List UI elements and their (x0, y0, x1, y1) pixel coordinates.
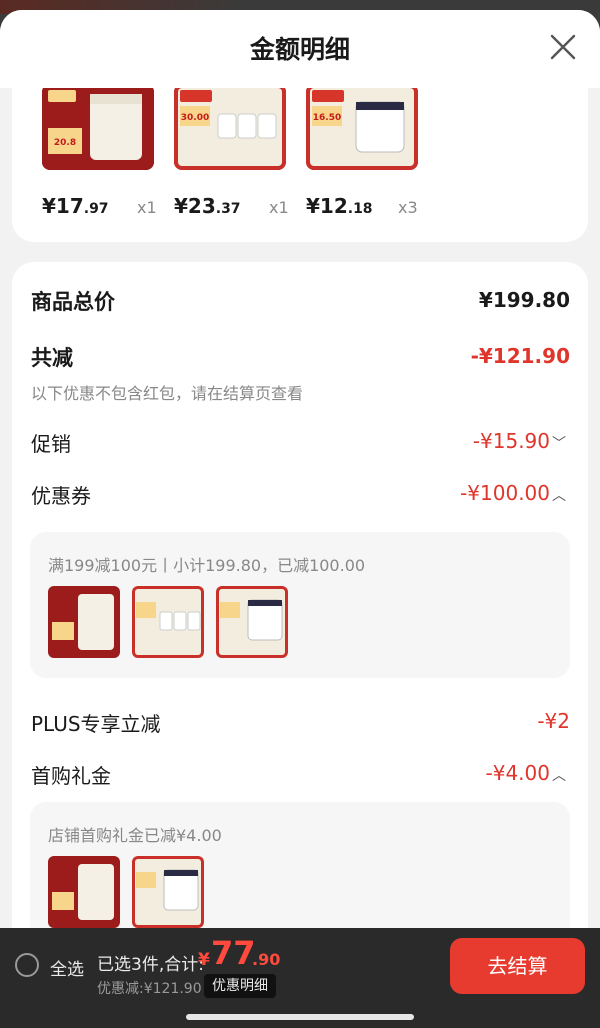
amount-detail-card: 商品总价 ¥199.80 共减 -¥121.90 以下优惠不包含红包，请在结算页… (12, 262, 588, 1028)
plus-label: PLUS专享立减 (31, 712, 161, 736)
product-qty-1: x1 (137, 198, 157, 217)
total-integer: 77 (211, 934, 256, 972)
first-purchase-detail-box: 店铺首购礼金已减¥4.00 (30, 802, 570, 948)
coupon-detail-box: 满199减100元丨小计199.80，已减100.00 (30, 532, 570, 678)
reduce-hint: 以下优惠不包含红包，请在结算页查看 (31, 384, 304, 403)
home-indicator (186, 1014, 414, 1020)
subtotal-value: ¥199.80 (478, 288, 570, 312)
product-qty-3: x3 (398, 198, 418, 217)
sheet-title: 金额明细 (249, 35, 350, 64)
discount-text: 优惠减:¥121.90 (97, 981, 202, 997)
select-all-label[interactable]: 全选 (50, 955, 84, 980)
first-purchase-detail-text: 店铺首购礼金已减¥4.00 (48, 826, 222, 845)
coupon-toggle[interactable]: -¥100.00 ︿ (460, 481, 566, 505)
coupon-thumb-tub (216, 586, 288, 658)
checkout-button[interactable]: 去结算 (450, 938, 585, 994)
first-purchase-toggle[interactable]: -¥4.00 ︿ (486, 761, 566, 785)
coupon-detail-text: 满199减100元丨小计199.80，已减100.00 (48, 556, 366, 575)
product-price-2: ¥23.37 (174, 194, 241, 218)
first-thumb-yogurt (48, 856, 120, 928)
promo-label: 促销 (31, 432, 71, 456)
chevron-up-icon: ︿ (552, 768, 566, 784)
chevron-up-icon: ︿ (552, 488, 566, 504)
subtotal-label: 商品总价 (31, 290, 115, 314)
promo-toggle[interactable]: -¥15.90 ﹀ (473, 429, 566, 453)
selected-count-text: 已选3件,合计: (97, 955, 204, 975)
plus-value: -¥2 (537, 709, 570, 733)
total-reduce-value: -¥121.90 (470, 344, 570, 368)
discount-detail-button[interactable]: 优惠明细 (204, 974, 276, 998)
select-all-radio[interactable] (15, 953, 39, 977)
total-reduce-label: 共减 (31, 346, 73, 370)
svg-text:30.00: 30.00 (181, 113, 209, 123)
coupon-label: 优惠券 (31, 484, 91, 508)
first-thumb-tub (132, 856, 204, 928)
first-purchase-label: 首购礼金 (31, 764, 111, 788)
svg-text:20.8: 20.8 (54, 138, 76, 148)
coupon-thumb-cups (132, 586, 204, 658)
svg-text:16.50: 16.50 (313, 113, 341, 123)
sheet-header: 金额明细 (0, 10, 600, 88)
product-image-yogurt[interactable]: 20.8 (42, 84, 154, 170)
product-image-cups[interactable]: 30.00 (174, 84, 286, 170)
product-qty-2: x1 (269, 198, 289, 217)
product-price-3: ¥12.18 (306, 194, 373, 218)
product-price-1: ¥17.97 (42, 194, 109, 218)
total-currency: ¥ (198, 950, 210, 970)
checkout-bar: 全选 已选3件,合计: ¥ 77 .90 优惠减:¥121.90 优惠明细 去结… (0, 928, 600, 1028)
product-image-tub[interactable]: 16.50 (306, 84, 418, 170)
close-icon[interactable] (548, 32, 578, 62)
coupon-thumb-yogurt (48, 586, 120, 658)
total-decimal: .90 (252, 950, 281, 969)
amount-detail-sheet: 20.8 30.00 16.50 ¥17.97 x1 ¥23.37 x1 ¥12… (0, 10, 600, 1028)
chevron-down-icon: ﹀ (552, 436, 566, 452)
